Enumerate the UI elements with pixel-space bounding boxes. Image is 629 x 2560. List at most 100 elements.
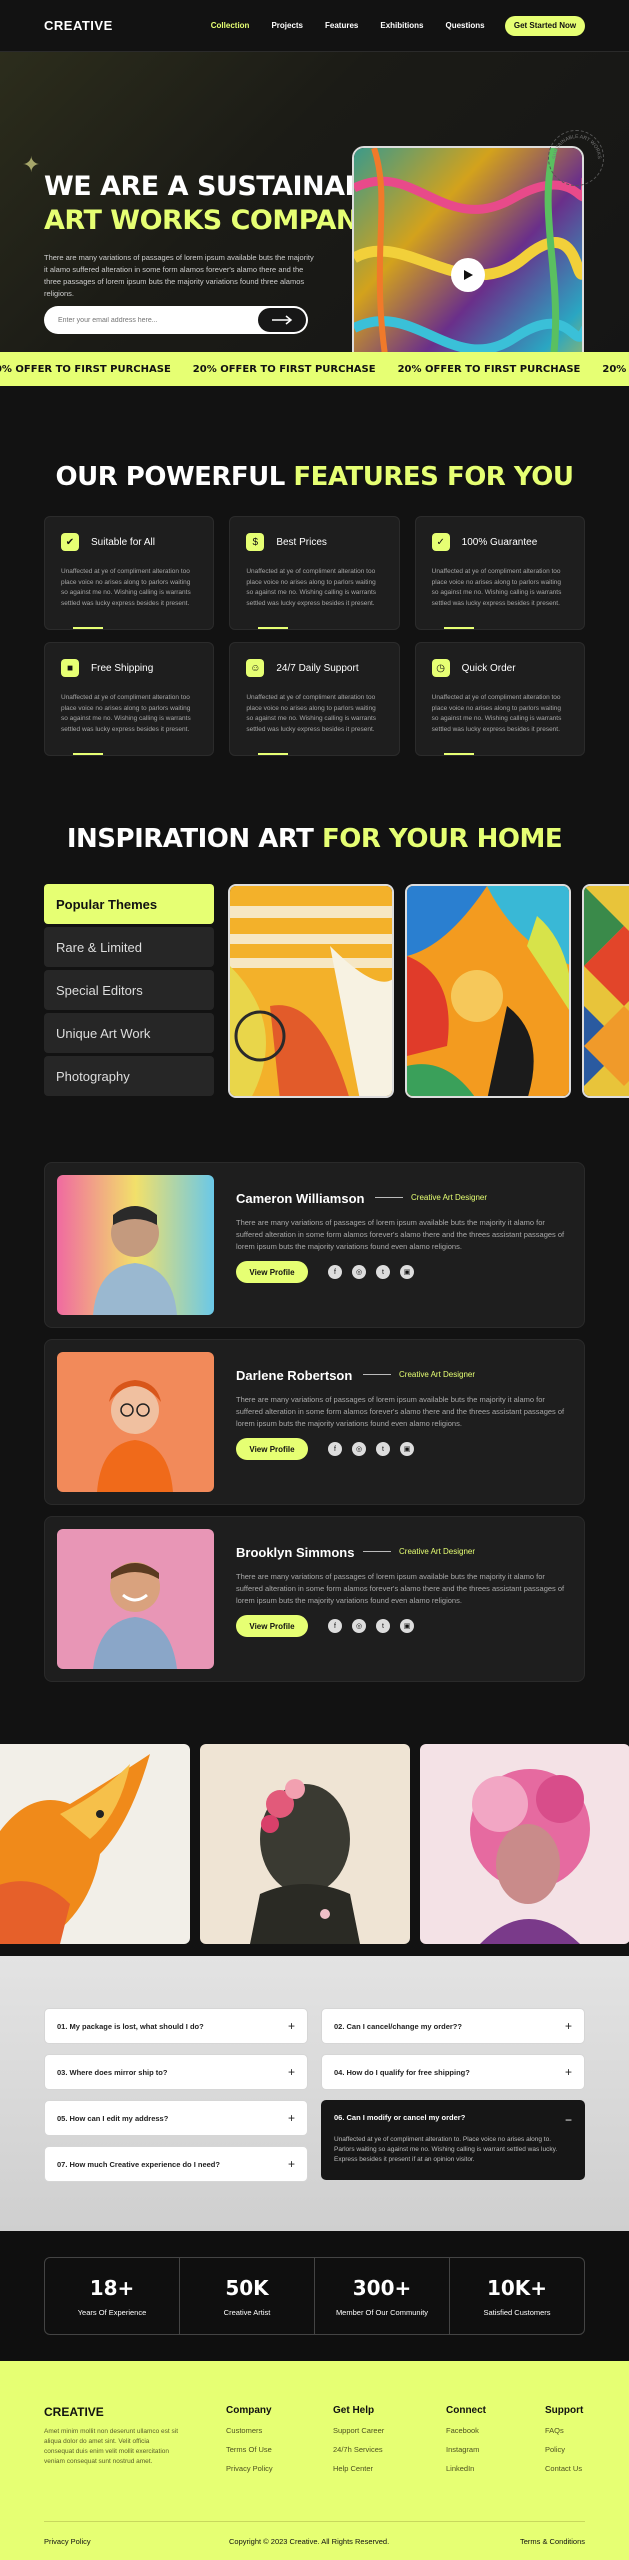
faq-item[interactable]: 07. How much Creative experience do I ne… xyxy=(44,2146,308,2182)
twitter-icon[interactable]: t xyxy=(376,1265,390,1279)
faq-item[interactable]: 02. Can I cancel/change my order?? + xyxy=(321,2008,585,2044)
minus-icon[interactable]: − xyxy=(565,2113,572,2127)
dollar-icon: $ xyxy=(246,533,265,551)
stat-item: 10K+ Satisfied Customers xyxy=(483,2275,551,2317)
tab-unique-art-work[interactable]: Unique Art Work xyxy=(44,1013,214,1053)
faq-item[interactable]: 03. Where does mirror ship to? + xyxy=(44,2054,308,2090)
footer-col-support: Support FAQs Policy Contact Us xyxy=(545,2405,584,2473)
facebook-icon[interactable]: f xyxy=(328,1265,342,1279)
terms-link[interactable]: Terms & Conditions xyxy=(520,2537,585,2546)
feature-title: Free Shipping xyxy=(91,662,154,674)
tab-photography[interactable]: Photography xyxy=(44,1056,214,1096)
stat-item: 18+ Years Of Experience xyxy=(45,2258,180,2334)
feature-title: Quick Order xyxy=(461,662,516,674)
features-grid: ✔ Suitable for All Unaffected at ye of com… xyxy=(44,516,585,756)
artist-desc: There are many variations of passages of… xyxy=(236,1218,565,1251)
nav-exhibitions[interactable]: Exhibitions xyxy=(380,0,423,54)
footer-link[interactable]: Facebook xyxy=(446,2426,486,2435)
artwork-card[interactable] xyxy=(405,884,571,1098)
faq-question: 02. Can I cancel/change my order?? xyxy=(334,2021,462,2031)
logo[interactable]: CREATIVE xyxy=(44,18,113,33)
gallery-image[interactable] xyxy=(200,1744,410,1944)
facebook-icon[interactable]: f xyxy=(328,1619,342,1633)
plus-icon[interactable]: + xyxy=(288,2065,295,2079)
footer-link[interactable]: Instagram xyxy=(446,2445,486,2454)
artist-photo xyxy=(57,1529,214,1669)
footer-logo[interactable]: CREATIVE xyxy=(44,2405,104,2419)
tab-special-editors[interactable]: Special Editors xyxy=(44,970,214,1010)
footer-link[interactable]: Support Career xyxy=(333,2426,384,2435)
plus-icon[interactable]: + xyxy=(565,2065,572,2079)
facebook-icon[interactable]: f xyxy=(328,1442,342,1456)
faq-item[interactable]: 06. Can I modify or cancel my order? − Una… xyxy=(321,2100,585,2180)
dribbble-icon[interactable]: ◎ xyxy=(352,1265,366,1279)
nav-projects[interactable]: Projects xyxy=(271,0,303,54)
hero-title-line1: WE ARE A SUSTAINABLE xyxy=(44,171,400,202)
twitter-icon[interactable]: t xyxy=(376,1619,390,1633)
gallery-image[interactable] xyxy=(0,1744,190,1944)
dribbble-icon[interactable]: ◎ xyxy=(352,1442,366,1456)
feature-card: ✔ Suitable for All Unaffected at ye of com… xyxy=(44,516,215,630)
artist-photo xyxy=(57,1175,214,1315)
plus-icon[interactable]: + xyxy=(288,2111,295,2125)
view-profile-button[interactable]: View Profile xyxy=(236,1261,308,1283)
tab-rare-limited[interactable]: Rare & Limited xyxy=(44,927,214,967)
artist-card: Cameron Williamson Creative Art Designer T… xyxy=(44,1162,585,1328)
artist-role: Creative Art Designer xyxy=(363,1547,475,1556)
footer-link[interactable]: LinkedIn xyxy=(446,2464,486,2473)
footer-link[interactable]: Help Center xyxy=(333,2464,384,2473)
footer-link[interactable]: Terms Of Use xyxy=(226,2445,273,2454)
tab-popular-themes[interactable]: Popular Themes xyxy=(44,884,214,924)
instagram-icon[interactable]: ▣ xyxy=(400,1265,414,1279)
footer-link[interactable]: 24/7h Services xyxy=(333,2445,384,2454)
top-header: CREATIVE Collection Projects Features Ex… xyxy=(0,0,629,54)
twitter-icon[interactable]: t xyxy=(376,1442,390,1456)
faq-item[interactable]: 05. How can I edit my address? + xyxy=(44,2100,308,2136)
faq-item[interactable]: 01. My package is lost, what should I do… xyxy=(44,2008,308,2044)
submit-arrow-button[interactable] xyxy=(258,308,306,332)
artist-name: Brooklyn Simmons xyxy=(236,1545,355,1560)
artwork-card[interactable] xyxy=(228,884,394,1098)
play-button[interactable] xyxy=(451,258,485,292)
hero-title: WE ARE A SUSTAINABLE ART WORKS COMPANY xyxy=(44,170,400,238)
footer-link[interactable]: Contact Us xyxy=(545,2464,583,2473)
nav-questions[interactable]: Questions xyxy=(446,0,485,54)
footer-link[interactable]: Customers xyxy=(226,2426,273,2435)
feature-card: ◷ Quick Order Unaffected at ye of complime… xyxy=(414,642,585,756)
footer-link[interactable]: FAQs xyxy=(545,2426,583,2435)
footer-link[interactable]: Privacy Policy xyxy=(226,2464,273,2473)
feature-title: Suitable for All xyxy=(91,536,155,548)
email-form xyxy=(44,306,308,334)
plus-icon[interactable]: + xyxy=(288,2157,295,2171)
art-carousel xyxy=(228,884,629,1098)
plus-icon[interactable]: + xyxy=(565,2019,572,2033)
feature-title: 100% Guarantee xyxy=(461,536,538,548)
nav-collection[interactable]: Collection xyxy=(210,0,249,54)
hero-section: ✦ WE ARE A SUSTAINABLE ART WORKS COMPANY… xyxy=(0,52,629,352)
get-started-button[interactable]: Get Started Now xyxy=(505,15,585,36)
gallery-image[interactable] xyxy=(420,1744,629,1944)
hero-description: There are many variations of passages of… xyxy=(44,253,314,298)
artwork-card[interactable] xyxy=(582,884,629,1098)
view-profile-button[interactable]: View Profile xyxy=(236,1438,308,1460)
ticker-text: 20% OFFER TO FIRST PURCHASE xyxy=(192,363,376,375)
nav-features[interactable]: Features xyxy=(325,0,358,54)
faq-question: 07. How much Creative experience do I ne… xyxy=(57,2159,220,2169)
footer-link[interactable]: Policy xyxy=(545,2445,583,2454)
feature-card: ■ Free Shipping Unaffected at ye of compli… xyxy=(44,642,215,756)
privacy-link[interactable]: Privacy Policy xyxy=(44,2537,91,2546)
instagram-icon[interactable]: ▣ xyxy=(400,1619,414,1633)
plus-icon[interactable]: + xyxy=(288,2019,295,2033)
artist-card: Darlene Robertson Creative Art Designer Th… xyxy=(44,1339,585,1505)
faq-item[interactable]: 04. How do I qualify for free shipping? + xyxy=(321,2054,585,2090)
ticker-text: 20% OFFER TO FIRST PURCHASE xyxy=(397,363,581,375)
main-nav: Collection Projects Features Exhibitions… xyxy=(210,0,485,54)
instagram-icon[interactable]: ▣ xyxy=(400,1442,414,1456)
card-accent-bar xyxy=(258,627,289,629)
dribbble-icon[interactable]: ◎ xyxy=(352,1619,366,1633)
artist-role: Creative Art Designer xyxy=(375,1193,487,1202)
photo-gallery xyxy=(0,1744,629,1944)
view-profile-button[interactable]: View Profile xyxy=(236,1615,308,1637)
email-input[interactable] xyxy=(44,306,244,334)
copyright: Copyright © 2023 Creative. All Rights Re… xyxy=(229,2537,390,2546)
